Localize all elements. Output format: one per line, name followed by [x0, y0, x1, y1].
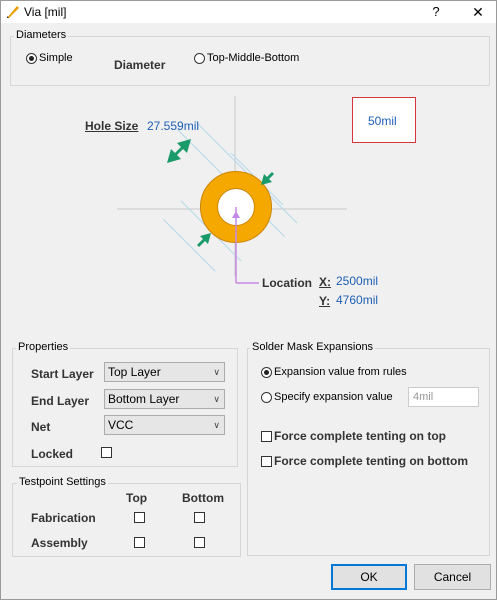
chevron-down-icon: ∨ — [213, 420, 220, 430]
testpoint-bottom-header: Bottom — [182, 491, 224, 505]
solder-mask-group-label: Solder Mask Expansions — [250, 341, 376, 354]
assembly-label: Assembly — [31, 536, 88, 550]
solder-mask-group — [247, 348, 490, 556]
assembly-top-checkbox[interactable] — [134, 537, 145, 548]
specify-expansion-input[interactable]: 4mil — [408, 387, 479, 407]
properties-group-label: Properties — [16, 341, 71, 354]
hole-size-label: Hole Size — [85, 119, 139, 133]
chevron-down-icon: ∨ — [213, 394, 220, 404]
location-y-value[interactable]: 4760mil — [336, 293, 378, 307]
tent-bottom-label: Force complete tenting on bottom — [274, 454, 468, 468]
specify-expansion-radio[interactable]: Specify expansion value — [261, 391, 393, 403]
location-x-label: X: — [319, 275, 331, 289]
start-layer-select[interactable]: Top Layer ∨ — [104, 362, 225, 382]
end-layer-select[interactable]: Bottom Layer ∨ — [104, 389, 225, 409]
ok-button[interactable]: OK — [331, 564, 407, 590]
diameter-value[interactable]: 50mil — [368, 114, 397, 128]
cancel-button[interactable]: Cancel — [414, 564, 491, 590]
locked-label: Locked — [31, 447, 74, 461]
start-layer-label: Start Layer — [31, 367, 94, 381]
net-select[interactable]: VCC ∨ — [104, 415, 225, 435]
assembly-bottom-checkbox[interactable] — [194, 537, 205, 548]
expansion-from-rules-indicator[interactable] — [261, 366, 272, 378]
chevron-down-icon: ∨ — [213, 367, 220, 377]
specify-expansion-label: Specify expansion value — [274, 391, 393, 403]
location-y-label: Y: — [319, 294, 331, 308]
fabrication-top-checkbox[interactable] — [134, 512, 145, 523]
location-label: Location — [262, 276, 312, 290]
via-dialog: Via [mil] ? ✕ Diameters Simple Diameter … — [0, 0, 497, 600]
expansion-from-rules-label: Expansion value from rules — [274, 366, 407, 378]
location-x-value[interactable]: 2500mil — [336, 274, 378, 288]
net-label: Net — [31, 420, 51, 434]
fabrication-label: Fabrication — [31, 511, 96, 525]
specify-expansion-indicator[interactable] — [261, 391, 272, 403]
tent-top-option[interactable]: Force complete tenting on top — [261, 429, 446, 443]
expansion-from-rules-radio[interactable]: Expansion value from rules — [261, 366, 407, 378]
tent-bottom-option[interactable]: Force complete tenting on bottom — [261, 454, 468, 468]
end-layer-value: Bottom Layer — [108, 392, 180, 406]
tent-bottom-checkbox[interactable] — [261, 455, 272, 467]
tent-top-checkbox[interactable] — [261, 430, 272, 442]
testpoint-group-label: Testpoint Settings — [17, 476, 108, 489]
specify-expansion-value: 4mil — [413, 391, 434, 403]
end-layer-label: End Layer — [31, 394, 90, 408]
net-value: VCC — [108, 418, 134, 432]
start-layer-value: Top Layer — [108, 365, 161, 379]
tent-top-label: Force complete tenting on top — [274, 429, 447, 443]
locked-checkbox[interactable] — [101, 447, 112, 458]
hole-size-arrow-icon — [167, 139, 191, 163]
testpoint-top-header: Top — [126, 491, 148, 505]
hole-size-value[interactable]: 27.559mil — [147, 119, 199, 133]
fabrication-bottom-checkbox[interactable] — [194, 512, 205, 523]
